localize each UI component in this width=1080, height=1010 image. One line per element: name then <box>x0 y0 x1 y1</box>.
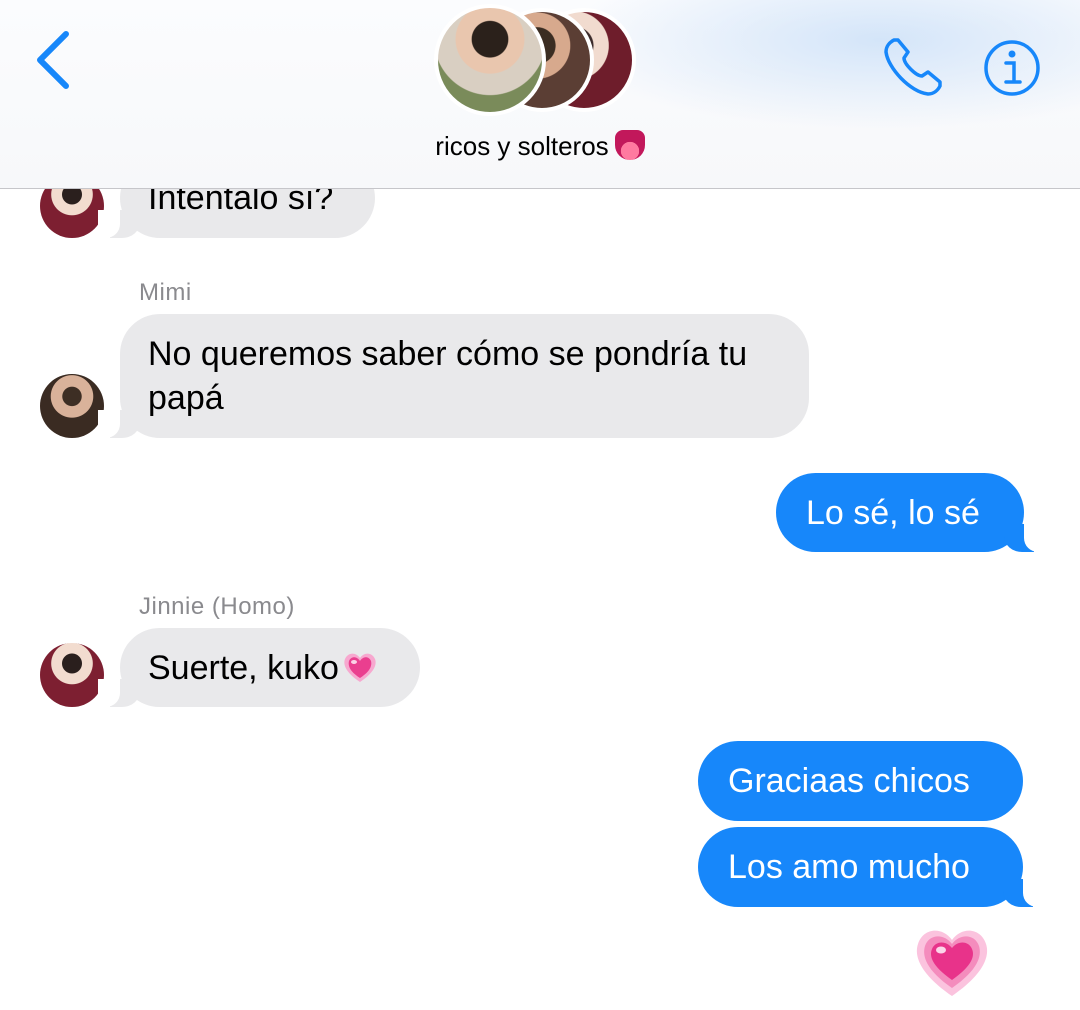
tongue-emoji <box>614 130 645 160</box>
message-bubble-outgoing[interactable]: Graciaas chicos <box>698 741 1023 821</box>
sender-avatar-jinnie[interactable] <box>40 643 104 707</box>
group-name[interactable]: ricos y solteros <box>0 130 1080 162</box>
sender-avatar-mimi[interactable] <box>40 374 104 438</box>
message-text: Lo sé, lo sé <box>806 494 980 532</box>
phone-icon <box>884 38 942 96</box>
message-text: Graciaas chicos <box>728 762 970 800</box>
growing-heart-emoji <box>343 650 377 682</box>
back-button[interactable] <box>30 28 80 94</box>
message-bubble-outgoing[interactable]: Lo sé, lo sé <box>776 473 1046 552</box>
sender-name: Jinnie (Homo) <box>139 593 295 620</box>
message-text-line-2: papá <box>148 379 224 417</box>
group-name-label: ricos y solteros <box>435 131 609 161</box>
info-button[interactable] <box>982 38 1042 98</box>
info-icon <box>984 40 1040 96</box>
message-text-line-1: No queremos saber cómo se pondría tu <box>148 335 748 373</box>
group-avatar-stack[interactable] <box>432 2 648 116</box>
call-button[interactable] <box>880 34 946 100</box>
sender-name: Mimi <box>139 279 192 306</box>
message-bubble-incoming[interactable]: Suerte, kuko <box>98 628 420 707</box>
message-text: Suerte, kuko <box>148 649 339 687</box>
growing-heart-emoji <box>916 930 988 996</box>
message-text: Los amo mucho <box>728 848 970 886</box>
emoji-message[interactable] <box>914 924 990 998</box>
message-bubble-incoming[interactable]: No queremos saber cómo se pondría tu pap… <box>98 314 809 438</box>
chevron-left-icon <box>37 31 69 89</box>
message-bubble-outgoing[interactable]: Los amo mucho <box>698 827 1045 907</box>
conversation-header: ricos y solteros <box>0 0 1080 189</box>
group-member-avatar <box>434 4 546 116</box>
